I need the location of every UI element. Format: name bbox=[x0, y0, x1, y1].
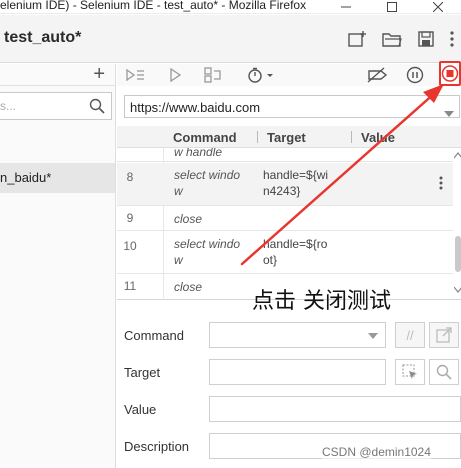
table-scrollbar[interactable] bbox=[453, 148, 461, 298]
description-label: Description bbox=[124, 439, 190, 454]
row-number: 11 bbox=[123, 279, 137, 293]
annotation-text: 点击 关闭测试 bbox=[252, 289, 391, 314]
command-cell: w handle bbox=[174, 148, 223, 159]
close-icon[interactable] bbox=[415, 0, 461, 14]
command-table: Command Target Value w handle 8 select w… bbox=[117, 126, 461, 298]
tests-panel: + s... n_baidu* bbox=[0, 64, 116, 468]
command-cell: close bbox=[174, 212, 203, 226]
command-label: Command bbox=[124, 328, 184, 343]
speed-icon[interactable] bbox=[245, 64, 277, 86]
chevron-down-icon bbox=[368, 333, 378, 339]
row-menu-icon[interactable] bbox=[439, 176, 443, 193]
minimize-icon[interactable] bbox=[323, 0, 369, 14]
select-target-button[interactable] bbox=[395, 359, 425, 385]
test-name: n_baidu* bbox=[0, 170, 52, 185]
row-number: 9 bbox=[126, 211, 134, 225]
target-cell-line2: ot} bbox=[263, 253, 278, 267]
value-input[interactable] bbox=[209, 396, 461, 422]
find-target-button[interactable] bbox=[429, 359, 459, 385]
window-title: elenium IDE) - Selenium IDE - test_auto*… bbox=[0, 0, 307, 12]
run-current-icon[interactable] bbox=[163, 64, 187, 86]
step-icon[interactable] bbox=[201, 64, 225, 86]
table-row[interactable]: 9 close bbox=[117, 207, 453, 231]
add-test-button[interactable]: + bbox=[93, 64, 105, 84]
search-placeholder: s... bbox=[0, 99, 17, 113]
open-reference-button[interactable] bbox=[429, 322, 459, 348]
window-titlebar: elenium IDE) - Selenium IDE - test_auto*… bbox=[0, 0, 461, 14]
command-cell-line1: select windo bbox=[174, 237, 241, 251]
scrollbar-thumb[interactable] bbox=[455, 236, 461, 272]
row-number: 8 bbox=[126, 170, 134, 184]
command-cell-line1: select windo bbox=[174, 168, 241, 182]
tests-panel-header: + bbox=[0, 64, 115, 86]
test-list-item[interactable]: n_baidu* bbox=[0, 163, 115, 193]
stop-recording-button[interactable] bbox=[439, 61, 461, 86]
search-tests-input[interactable]: s... bbox=[0, 92, 112, 120]
stop-recording-icon bbox=[441, 65, 459, 82]
select-target-icon bbox=[402, 364, 417, 379]
open-project-icon[interactable] bbox=[375, 27, 409, 51]
chevron-down-icon[interactable] bbox=[444, 104, 454, 122]
target-cell-line1: handle=${ro bbox=[263, 237, 328, 251]
column-header-command: Command bbox=[173, 130, 237, 145]
save-project-icon[interactable] bbox=[409, 27, 443, 51]
project-title[interactable]: test_auto* bbox=[4, 29, 81, 47]
column-header-target: Target bbox=[267, 130, 306, 145]
target-label: Target bbox=[124, 365, 161, 380]
column-header-value: Value bbox=[361, 130, 395, 145]
target-cell-line1: handle=${wi bbox=[263, 168, 329, 182]
comment-toggle-label: // bbox=[406, 327, 414, 343]
command-cell: close bbox=[174, 280, 203, 294]
search-icon bbox=[436, 364, 452, 380]
command-cell-line2: w bbox=[174, 253, 183, 267]
pause-icon[interactable] bbox=[403, 64, 427, 86]
search-icon bbox=[89, 98, 105, 119]
project-header: test_auto* bbox=[0, 15, 461, 63]
column-divider bbox=[351, 131, 352, 143]
target-cell-line2: n4243} bbox=[263, 184, 301, 198]
base-url-value: https://www.baidu.com bbox=[130, 100, 261, 115]
table-row[interactable]: 8 select windo w handle=${wi n4243} bbox=[117, 163, 453, 206]
watermark: CSDN @demin1024 bbox=[322, 445, 431, 459]
more-icon[interactable] bbox=[443, 27, 461, 51]
command-cell-line2: w bbox=[174, 184, 183, 198]
new-project-icon[interactable] bbox=[341, 27, 375, 51]
table-row[interactable]: 10 select windo w handle=${ro ot} bbox=[117, 232, 453, 274]
column-divider bbox=[257, 131, 258, 143]
disable-breakpoints-icon[interactable] bbox=[365, 64, 389, 86]
table-header: Command Target Value bbox=[117, 126, 461, 148]
value-label: Value bbox=[124, 402, 157, 417]
table-row[interactable]: w handle bbox=[117, 148, 453, 162]
maximize-icon[interactable] bbox=[369, 0, 415, 14]
playback-toolbar bbox=[117, 61, 461, 86]
command-select[interactable] bbox=[209, 322, 386, 348]
external-link-icon bbox=[436, 327, 452, 343]
row-number: 10 bbox=[123, 239, 137, 253]
target-input[interactable] bbox=[209, 359, 386, 385]
run-all-icon[interactable] bbox=[123, 64, 147, 86]
command-editor: Command // Target Value Description bbox=[117, 299, 461, 468]
base-url-input[interactable]: https://www.baidu.com bbox=[124, 95, 460, 118]
comment-toggle-button[interactable]: // bbox=[395, 322, 425, 348]
